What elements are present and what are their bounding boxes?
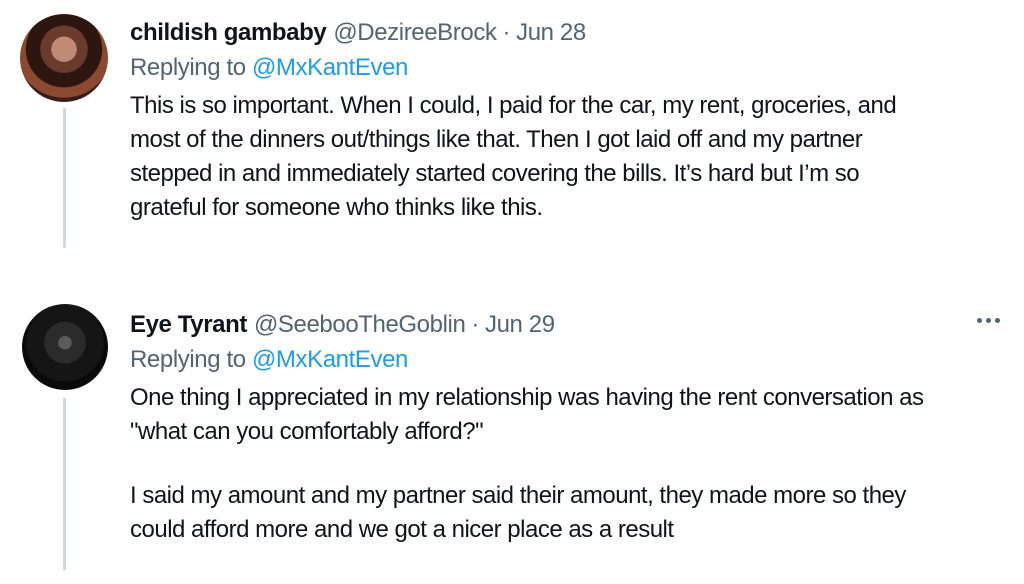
thread-line xyxy=(63,398,66,570)
tweet-content: childish gambaby @DezireeBrock · Jun 28 … xyxy=(130,18,1000,225)
tweet-date[interactable]: Jun 29 xyxy=(485,310,555,340)
tweet-text: This is so important. When I could, I pa… xyxy=(130,89,1000,225)
more-dot xyxy=(977,318,982,323)
tweet-text-line: "what can you comfortably afford?" xyxy=(130,418,484,445)
separator: · xyxy=(502,19,511,46)
more-dot xyxy=(986,318,991,323)
replying-to: Replying to @MxKantEven xyxy=(130,53,1000,83)
tweet-header: Eye Tyrant @SeebooTheGoblin · Jun 29 xyxy=(130,310,1000,340)
user-handle[interactable]: @SeebooTheGoblin xyxy=(254,310,466,340)
tweet-text-line: One thing I appreciated in my relationsh… xyxy=(130,384,924,411)
more-horizontal-icon[interactable] xyxy=(973,308,1000,333)
tweet-card[interactable]: Eye Tyrant @SeebooTheGoblin · Jun 29 Rep… xyxy=(0,290,1024,584)
replying-to: Replying to @MxKantEven xyxy=(130,345,1000,375)
tweet-text-line: could afford more and we got a nicer pla… xyxy=(130,516,674,543)
display-name[interactable]: Eye Tyrant xyxy=(130,310,247,340)
tweet-content: Eye Tyrant @SeebooTheGoblin · Jun 29 Rep… xyxy=(130,310,1000,547)
display-name[interactable]: childish gambaby xyxy=(130,18,327,48)
tweet-card[interactable]: childish gambaby @DezireeBrock · Jun 28 … xyxy=(0,0,1024,270)
more-dot xyxy=(995,318,1000,323)
tweet-text-line: grateful for someone who thinks like thi… xyxy=(130,194,543,221)
tweet-text-line: I said my amount and my partner said the… xyxy=(130,482,906,509)
replying-handle-link[interactable]: @MxKantEven xyxy=(252,346,408,373)
avatar[interactable] xyxy=(20,14,108,102)
thread-line xyxy=(63,108,66,248)
separator: · xyxy=(471,311,479,338)
tweet-header: childish gambaby @DezireeBrock · Jun 28 xyxy=(130,18,1000,48)
tweet-text-line: stepped in and immediately started cover… xyxy=(130,160,860,187)
avatar[interactable] xyxy=(22,304,108,390)
tweet-date[interactable]: Jun 28 xyxy=(516,18,586,48)
replying-prefix: Replying to xyxy=(130,346,246,373)
user-handle[interactable]: @DezireeBrock xyxy=(333,18,497,48)
tweet-text-line: This is so important. When I could, I pa… xyxy=(130,92,897,119)
replying-handle-link[interactable]: @MxKantEven xyxy=(252,54,408,81)
tweet-text-line: most of the dinners out/things like that… xyxy=(130,126,863,153)
tweet-text: One thing I appreciated in my relationsh… xyxy=(130,381,1000,547)
replying-prefix: Replying to xyxy=(130,54,246,81)
